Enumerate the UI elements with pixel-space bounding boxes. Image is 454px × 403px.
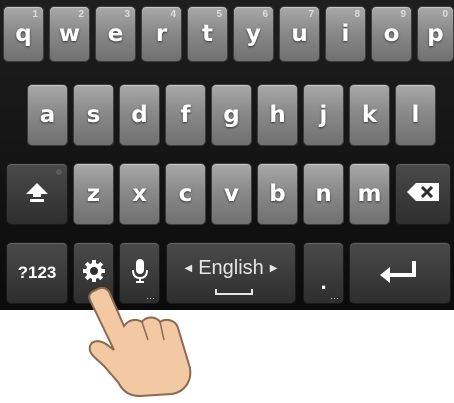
key-n[interactable]: n [303,163,344,225]
key-k[interactable]: k [349,84,390,146]
backspace-icon [406,182,440,207]
key-number-hint: 9 [400,9,406,20]
language-label: English [198,256,264,279]
key-label: b [269,181,286,207]
more-options-dots: … [330,291,339,301]
key-label: k [361,102,378,128]
key-label: s [86,102,101,128]
key-label: y [246,21,261,47]
key-number-hint: 7 [308,9,314,20]
period-label: . [320,269,327,294]
key-u[interactable]: 7 u [279,6,320,62]
key-label: o [383,21,400,47]
key-y[interactable]: 6 y [233,6,274,62]
delete-key[interactable] [395,163,451,225]
key-a[interactable]: a [27,84,68,146]
key-number-hint: 1 [32,9,38,20]
key-label: u [291,21,308,47]
microphone-icon [131,258,148,289]
key-b[interactable]: b [257,163,298,225]
key-h[interactable]: h [257,84,298,146]
return-arrow-icon [378,258,422,289]
shift-indicator-dot [56,169,62,175]
key-label: c [178,181,193,207]
gear-icon [82,259,105,287]
pointing-hand-icon [74,286,204,403]
key-r[interactable]: 4 r [141,6,182,62]
symbols-key[interactable]: ?123 [6,242,68,304]
key-p[interactable]: 0 p [417,6,454,62]
key-s[interactable]: s [73,84,114,146]
key-v[interactable]: v [211,163,252,225]
key-c[interactable]: c [165,163,206,225]
key-i[interactable]: 8 i [325,6,366,62]
key-g[interactable]: g [211,84,252,146]
key-number-hint: 8 [354,9,360,20]
key-label: r [155,21,168,47]
key-label: n [315,181,332,207]
key-d[interactable]: d [119,84,160,146]
key-t[interactable]: 5 t [187,6,228,62]
left-triangle-icon: ◀ [184,262,193,274]
key-x[interactable]: x [119,163,160,225]
key-label: m [357,181,382,207]
key-q[interactable]: 1 q [3,6,44,62]
key-number-hint: 5 [216,9,222,20]
key-label: h [269,102,286,128]
key-label: d [131,102,148,128]
key-o[interactable]: 9 o [371,6,412,62]
shift-key[interactable] [6,163,68,225]
key-m[interactable]: m [349,163,390,225]
key-label: q [15,21,32,47]
key-label: z [86,181,101,207]
key-number-hint: 6 [262,9,268,20]
key-label: w [58,21,81,47]
key-label: a [39,102,56,128]
key-w[interactable]: 2 w [49,6,90,62]
key-number-hint: 3 [124,9,130,20]
key-number-hint: 4 [170,9,176,20]
key-label: g [223,102,240,128]
key-number-hint: 0 [442,9,448,20]
shift-arrow-icon [24,180,50,209]
language-switch: ◀ English ▶ [184,257,277,280]
key-label: p [427,21,444,47]
key-label: e [107,21,124,47]
symbols-key-label: ?123 [17,263,57,282]
key-label: f [180,102,191,128]
soft-keyboard: 1 q 2 w 3 e 4 r 5 t 6 y 7 u 8 i 9 o 0 p … [0,0,454,310]
key-e[interactable]: 3 e [95,6,136,62]
key-number-hint: 2 [78,9,84,20]
key-f[interactable]: f [165,84,206,146]
key-label: l [411,102,420,128]
key-label: i [341,21,350,47]
key-z[interactable]: z [73,163,114,225]
key-j[interactable]: j [303,84,344,146]
space-bar-icon [215,289,253,295]
enter-key[interactable] [349,242,451,304]
key-l[interactable]: l [395,84,436,146]
key-label: v [224,181,239,207]
key-label: j [319,102,328,128]
key-label: x [132,181,147,207]
period-key[interactable]: . … [303,242,344,304]
key-label: t [202,21,213,47]
right-triangle-icon: ▶ [269,262,278,274]
